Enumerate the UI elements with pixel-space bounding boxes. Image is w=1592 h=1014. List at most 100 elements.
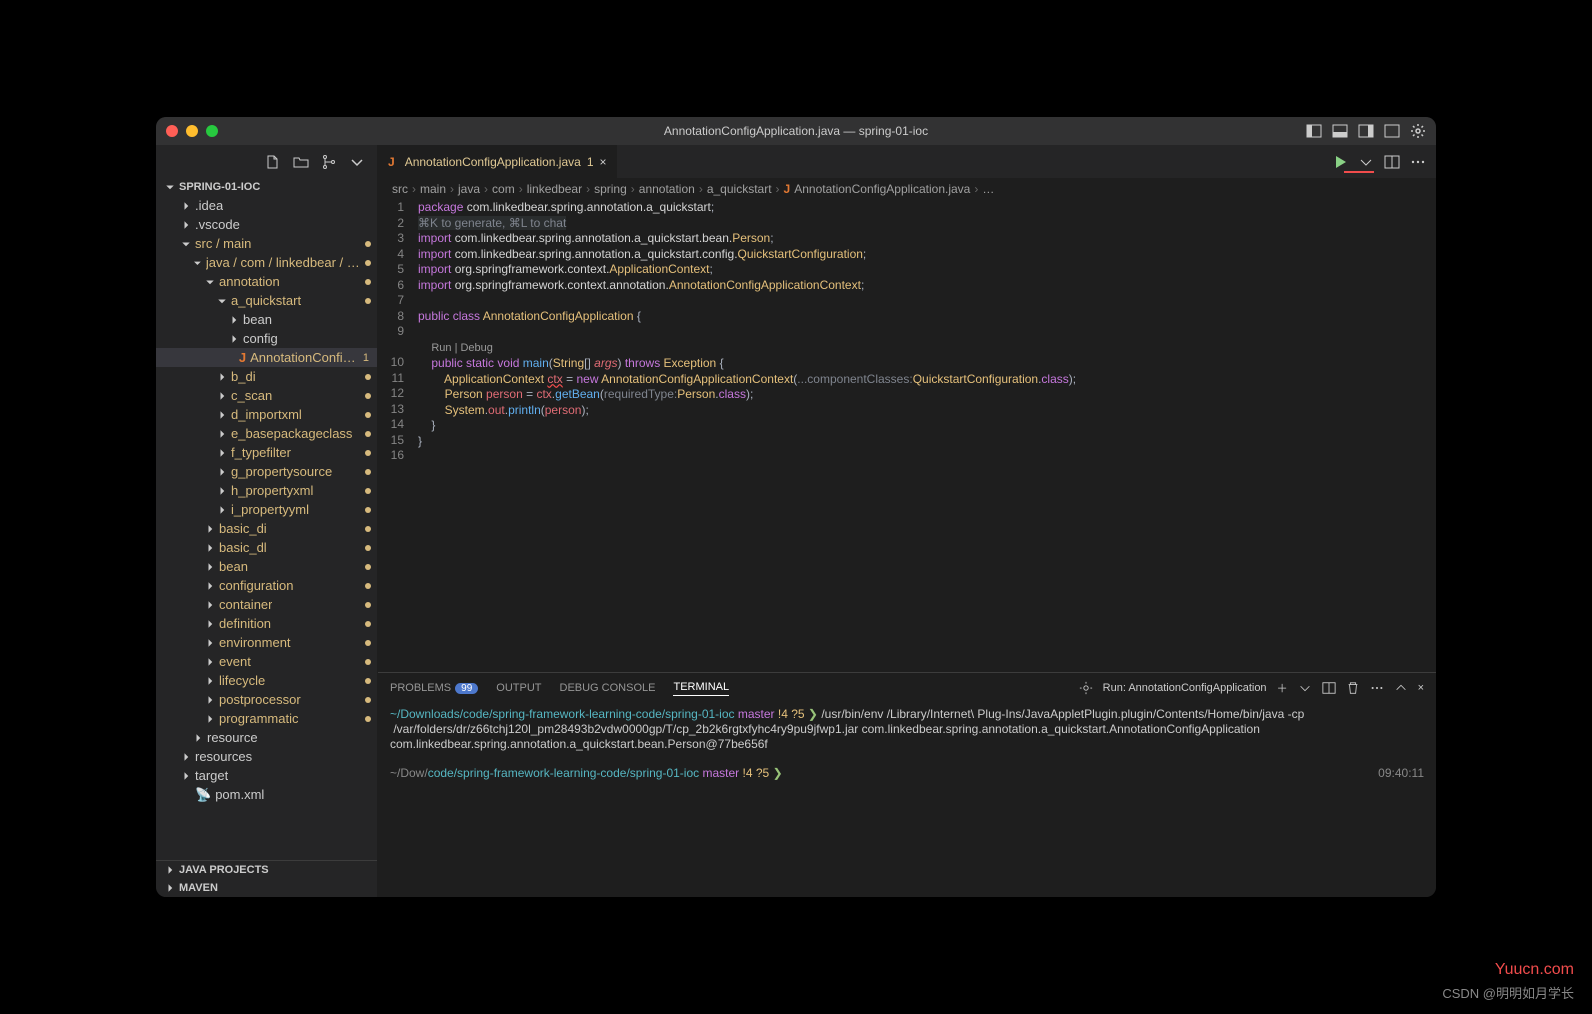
breadcrumb-item[interactable]: java bbox=[458, 182, 480, 196]
tree-label: annotation bbox=[219, 274, 280, 289]
breadcrumb-item[interactable]: main bbox=[420, 182, 446, 196]
folder-item[interactable]: src / main bbox=[156, 234, 377, 253]
code-editor[interactable]: 12345678910111213141516 package com.link… bbox=[378, 200, 1436, 672]
panel-actions: Run: AnnotationConfigApplication ＋ × bbox=[1079, 680, 1424, 696]
add-terminal-icon[interactable]: ＋ bbox=[1277, 680, 1288, 696]
breadcrumb[interactable]: src›main›java›com›linkedbear›spring›anno… bbox=[378, 178, 1436, 200]
chevron-right-icon bbox=[164, 882, 176, 894]
folder-item[interactable]: event bbox=[156, 652, 377, 671]
chevron-down-icon[interactable] bbox=[1358, 154, 1374, 170]
folder-item[interactable]: bean bbox=[156, 310, 377, 329]
modified-indicator bbox=[365, 393, 371, 399]
split-editor-icon[interactable] bbox=[1384, 154, 1400, 170]
folder-item[interactable]: lifecycle bbox=[156, 671, 377, 690]
editor-area: J AnnotationConfigApplication.java 1 × s… bbox=[378, 145, 1436, 897]
gear-icon[interactable] bbox=[1079, 681, 1093, 695]
folder-item[interactable]: basic_dl bbox=[156, 538, 377, 557]
chevron-right-icon bbox=[164, 864, 176, 876]
terminal-content[interactable]: ~/Downloads/code/spring-framework-learni… bbox=[378, 703, 1436, 897]
folder-item[interactable]: d_importxml bbox=[156, 405, 377, 424]
folder-item[interactable]: resource bbox=[156, 728, 377, 747]
folder-item[interactable]: basic_di bbox=[156, 519, 377, 538]
chevron-down-icon[interactable] bbox=[349, 154, 365, 170]
folder-item[interactable]: .idea bbox=[156, 196, 377, 215]
chevron-icon bbox=[204, 713, 216, 725]
breadcrumb-item[interactable]: src bbox=[392, 182, 408, 196]
tree-label: bean bbox=[243, 312, 272, 327]
folder-item[interactable]: postprocessor bbox=[156, 690, 377, 709]
source-control-icon[interactable] bbox=[321, 154, 337, 170]
chevron-icon bbox=[204, 523, 216, 535]
maximize-panel-icon[interactable] bbox=[1394, 681, 1408, 695]
folder-item[interactable]: a_quickstart bbox=[156, 291, 377, 310]
folder-item[interactable]: f_typefilter bbox=[156, 443, 377, 462]
project-name: SPRING-01-IOC bbox=[179, 181, 260, 193]
file-item[interactable]: JAnnotationConfigApplica...1 bbox=[156, 348, 377, 367]
maven-panel[interactable]: MAVEN bbox=[156, 879, 377, 897]
tree-label: java / com / linkedbear / spring bbox=[206, 255, 365, 270]
modified-indicator bbox=[365, 526, 371, 532]
tab-active[interactable]: J AnnotationConfigApplication.java 1 × bbox=[378, 145, 618, 178]
tree-label: src / main bbox=[195, 236, 251, 251]
folder-item[interactable]: container bbox=[156, 595, 377, 614]
new-folder-icon[interactable] bbox=[293, 154, 309, 170]
breadcrumb-item[interactable]: JAnnotationConfigApplication.java bbox=[784, 182, 971, 196]
folder-item[interactable]: annotation bbox=[156, 272, 377, 291]
modified-indicator bbox=[365, 507, 371, 513]
java-file-icon: J bbox=[239, 350, 246, 365]
folder-item[interactable]: environment bbox=[156, 633, 377, 652]
tree-label: lifecycle bbox=[219, 673, 265, 688]
breadcrumb-item[interactable]: a_quickstart bbox=[707, 182, 772, 196]
tree-label: e_basepackageclass bbox=[231, 426, 352, 441]
source-code[interactable]: package com.linkedbear.spring.annotation… bbox=[418, 200, 1436, 672]
tab-problems[interactable]: PROBLEMS99 bbox=[390, 682, 478, 694]
project-header[interactable]: SPRING-01-IOC bbox=[156, 178, 377, 196]
more-icon[interactable] bbox=[1410, 154, 1426, 170]
folder-item[interactable]: i_propertyyml bbox=[156, 500, 377, 519]
folder-item[interactable]: definition bbox=[156, 614, 377, 633]
java-projects-panel[interactable]: JAVA PROJECTS bbox=[156, 861, 377, 879]
folder-item[interactable]: bean bbox=[156, 557, 377, 576]
folder-item[interactable]: java / com / linkedbear / spring bbox=[156, 253, 377, 272]
chevron-down-icon[interactable] bbox=[1298, 681, 1312, 695]
breadcrumb-item[interactable]: com bbox=[492, 182, 515, 196]
folder-item[interactable]: g_propertysource bbox=[156, 462, 377, 481]
folder-item[interactable]: b_di bbox=[156, 367, 377, 386]
tab-terminal[interactable]: TERMINAL bbox=[673, 681, 729, 696]
file-tree[interactable]: .idea.vscode src / main java / com / linke… bbox=[156, 196, 377, 860]
modified-indicator bbox=[365, 697, 371, 703]
close-tab-icon[interactable]: × bbox=[600, 155, 607, 169]
folder-item[interactable]: .vscode bbox=[156, 215, 377, 234]
folder-item[interactable]: target bbox=[156, 766, 377, 785]
folder-item[interactable]: e_basepackageclass bbox=[156, 424, 377, 443]
bottom-panel: PROBLEMS99 OUTPUT DEBUG CONSOLE TERMINAL… bbox=[378, 672, 1436, 897]
breadcrumb-item[interactable]: annotation bbox=[639, 182, 695, 196]
run-icon[interactable] bbox=[1332, 154, 1348, 170]
folder-item[interactable]: resources bbox=[156, 747, 377, 766]
split-terminal-icon[interactable] bbox=[1322, 681, 1336, 695]
breadcrumb-item[interactable]: spring bbox=[594, 182, 627, 196]
chevron-icon bbox=[228, 314, 240, 326]
breadcrumb-item[interactable]: … bbox=[982, 182, 994, 196]
tab-output[interactable]: OUTPUT bbox=[496, 682, 541, 694]
chevron-icon bbox=[204, 276, 216, 288]
tab-debug-console[interactable]: DEBUG CONSOLE bbox=[560, 682, 656, 694]
folder-item[interactable]: programmatic bbox=[156, 709, 377, 728]
close-panel-icon[interactable]: × bbox=[1418, 682, 1424, 694]
run-config-label[interactable]: Run: AnnotationConfigApplication bbox=[1103, 682, 1267, 694]
folder-item[interactable]: h_propertyxml bbox=[156, 481, 377, 500]
modified-indicator bbox=[365, 545, 371, 551]
more-icon[interactable] bbox=[1370, 681, 1384, 695]
trash-icon[interactable] bbox=[1346, 681, 1360, 695]
folder-item[interactable]: config bbox=[156, 329, 377, 348]
modified-indicator bbox=[365, 583, 371, 589]
breadcrumb-item[interactable]: linkedbear bbox=[527, 182, 582, 196]
folder-item[interactable]: configuration bbox=[156, 576, 377, 595]
file-item[interactable]: 📡pom.xml bbox=[156, 785, 377, 804]
chevron-icon bbox=[192, 257, 203, 269]
chevron-icon bbox=[180, 770, 192, 782]
chevron-icon bbox=[204, 618, 216, 630]
modified-indicator bbox=[365, 602, 371, 608]
new-file-icon[interactable] bbox=[265, 154, 281, 170]
folder-item[interactable]: c_scan bbox=[156, 386, 377, 405]
